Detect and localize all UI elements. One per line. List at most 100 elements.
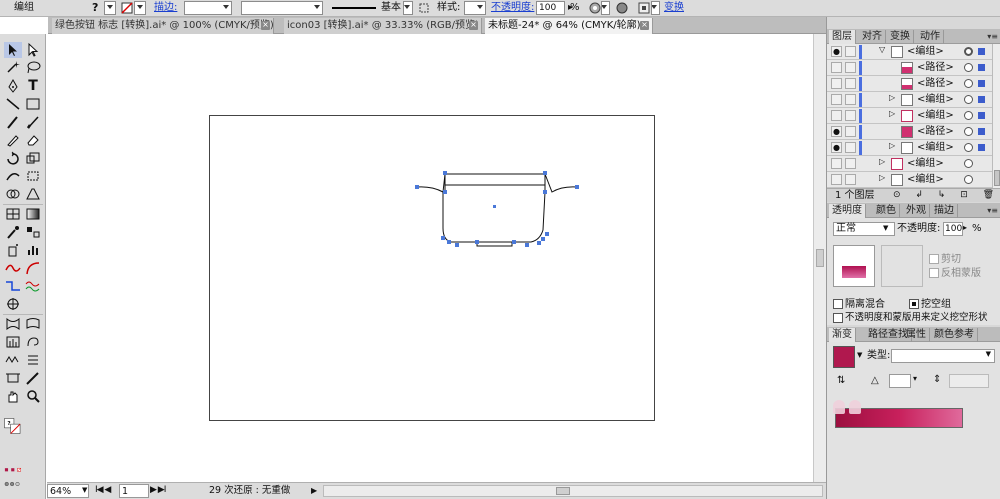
fill-stroke-swatches[interactable]: ? (4, 418, 28, 446)
symbol-sprayer-icon[interactable] (4, 242, 22, 258)
transform-link[interactable]: 变换 (664, 0, 688, 16)
tab-transparency[interactable]: 透明度 (829, 204, 866, 218)
eye-icon[interactable] (831, 110, 842, 121)
mask-define-checkbox[interactable] (833, 312, 843, 323)
tab-layers[interactable]: 图层 (829, 30, 856, 44)
eye-icon[interactable] (831, 94, 842, 105)
tab-color[interactable]: 颜色 (873, 204, 900, 218)
blend-tool-icon[interactable] (24, 224, 42, 240)
layer-row[interactable]: ● <路径> (827, 124, 992, 140)
tab-transform[interactable]: 变换 (887, 30, 914, 44)
paintbrush-icon[interactable] (4, 114, 22, 130)
align-dropdown[interactable] (651, 1, 660, 15)
stroke-weight-field[interactable] (184, 1, 232, 15)
direct-selection-tool-icon[interactable] (24, 42, 42, 58)
chevron-right-icon[interactable]: ▷ (879, 173, 885, 182)
target-icon[interactable] (964, 63, 973, 72)
blue-step-tool-icon[interactable] (4, 278, 22, 294)
panel-menu-icon[interactable]: ▾≡ (987, 32, 998, 41)
rotate-tool-icon[interactable] (4, 150, 22, 166)
tab-actions[interactable]: 动作 (917, 30, 944, 44)
crosshair-icon[interactable] (4, 296, 22, 312)
mask-define-option[interactable]: 不透明度和蒙版用来定义挖空形状 (833, 309, 988, 323)
lasso-icon[interactable] (24, 59, 42, 75)
pencil-icon[interactable] (24, 114, 42, 130)
eye-icon[interactable]: ● (831, 126, 842, 137)
next-artboard-icon[interactable]: ▶ ▶I (150, 484, 180, 498)
clip-checkbox[interactable] (929, 254, 939, 264)
first-artboard-icon[interactable]: I◀ ◀ (95, 484, 115, 498)
target-icon[interactable] (964, 79, 973, 88)
layer-row[interactable]: ▷ <编组> (827, 172, 992, 188)
chevron-down-icon[interactable]: ▼ (883, 224, 888, 232)
isolate-checkbox[interactable] (833, 299, 843, 309)
flag-wave-icon[interactable] (24, 316, 42, 332)
bar-chart-icon[interactable] (4, 334, 22, 350)
type-tool-icon[interactable]: T (24, 78, 42, 94)
target-icon[interactable] (964, 47, 973, 56)
tab-color-guide[interactable]: 颜色参考 (931, 328, 978, 342)
target-icon[interactable] (964, 159, 973, 168)
tab-document-3[interactable]: 未标题-24* @ 64% (CMYK/轮廓) × (485, 18, 653, 34)
lock-toggle[interactable] (845, 158, 856, 169)
isolate-blending-option[interactable]: 隔离混合 (833, 295, 885, 310)
tab-attributes[interactable]: 属性 (903, 328, 930, 342)
red-curve-tool-icon[interactable] (4, 260, 22, 276)
opacity-stepper[interactable]: ▸ (963, 223, 967, 232)
scroll-thumb[interactable] (556, 487, 570, 495)
eye-icon[interactable] (831, 78, 842, 89)
angle-field[interactable] (889, 374, 911, 388)
list-icon[interactable] (24, 352, 42, 368)
wave-tool-icon[interactable] (24, 278, 42, 294)
eye-icon[interactable] (831, 158, 842, 169)
knockout-group-option[interactable]: 挖空组 (909, 295, 951, 310)
gradient-tool-icon[interactable] (24, 206, 42, 222)
screen-mode-buttons[interactable] (4, 476, 44, 492)
target-icon[interactable] (964, 143, 973, 152)
layer-row[interactable]: <路径> (827, 76, 992, 92)
line-tool-icon[interactable] (4, 96, 22, 112)
clip-option[interactable]: 剪切 (929, 250, 961, 265)
target-icon[interactable] (964, 95, 973, 104)
artboard-tool-icon[interactable] (4, 370, 22, 386)
hand-tool-icon[interactable] (4, 388, 22, 404)
brush-icon[interactable] (418, 0, 430, 16)
selected-group-outline[interactable] (47, 34, 813, 482)
tab-stroke[interactable]: 描边 (931, 204, 958, 218)
eye-icon[interactable]: ● (831, 46, 842, 57)
opacity-field[interactable]: 100 (536, 1, 565, 15)
lock-toggle[interactable] (845, 126, 856, 137)
eraser-icon[interactable] (24, 132, 42, 148)
tab-gradient[interactable]: 渐变 (829, 328, 856, 342)
style-dropdown[interactable] (464, 1, 486, 15)
shape-builder-icon[interactable] (4, 186, 22, 202)
layer-footer-buttons[interactable]: ⊙ ↲ ↳ ⊡ 🗑 (893, 189, 1000, 202)
opacity-preview-thumbnail[interactable] (833, 245, 875, 287)
gradient-type-select[interactable]: ▼ (891, 349, 995, 363)
magic-wand-icon[interactable] (4, 59, 22, 75)
chevron-down-icon[interactable]: ▽ (879, 45, 885, 54)
eye-icon[interactable] (831, 174, 842, 185)
target-icon[interactable] (964, 111, 973, 120)
close-icon[interactable]: × (261, 21, 270, 30)
tab-document-1[interactable]: 绿色按钮 标志 [转换].ai* @ 100% (CMYK/预览) × (52, 18, 274, 34)
tab-appearance[interactable]: 外观 (903, 204, 930, 218)
swirl-icon[interactable] (24, 334, 42, 350)
aspect-ratio-field[interactable] (949, 374, 989, 388)
status-menu-arrow-icon[interactable]: ▶ (311, 484, 321, 498)
vertical-scrollbar[interactable] (813, 34, 826, 482)
chevron-right-icon[interactable]: ▷ (879, 157, 885, 166)
opacity-link[interactable]: 不透明度: (491, 0, 536, 16)
tab-document-2[interactable]: icon03 [转换].ai* @ 33.33% (RGB/预览) × (284, 18, 482, 34)
blob-brush-icon[interactable] (4, 132, 22, 148)
layers-scrollbar[interactable] (992, 44, 1000, 188)
lock-toggle[interactable] (845, 110, 856, 121)
red-arc-tool-icon[interactable] (24, 260, 42, 276)
layer-row[interactable]: ▷ <编组> (827, 108, 992, 124)
close-icon[interactable]: × (469, 21, 478, 30)
gradient-stop[interactable] (849, 400, 861, 414)
rectangle-tool-icon[interactable] (24, 96, 42, 112)
mesh-tool-icon[interactable] (4, 206, 22, 222)
lock-toggle[interactable] (845, 46, 856, 57)
target-icon[interactable] (964, 175, 973, 184)
